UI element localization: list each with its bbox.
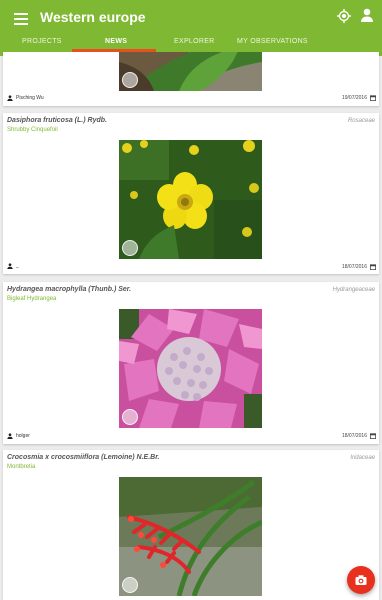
common-name: Shrubby Cinquefoil <box>7 127 58 133</box>
tab-my-observations[interactable]: MY OBSERVATIONS <box>237 38 308 45</box>
camera-icon <box>355 575 367 585</box>
observation-card[interactable]: Dasiphora fruticosa (L.) Rydb. Shrubby C… <box>3 113 379 274</box>
user-icon <box>7 95 13 101</box>
menu-icon[interactable] <box>14 13 28 27</box>
news-feed[interactable]: Pisching Wu 19/07/2016 Dasiphora frutico… <box>0 52 382 600</box>
tab-bar: PROJECTS NEWS EXPLORER MY OBSERVATIONS <box>0 32 382 54</box>
calendar-icon <box>370 95 376 101</box>
observation-photo[interactable] <box>119 477 262 596</box>
add-observation-button[interactable] <box>347 566 375 594</box>
app-bar: Western europe PROJECTS NEWS EXPLORER MY… <box>0 0 382 56</box>
account-icon[interactable] <box>359 7 375 23</box>
observer-name: Pisching Wu <box>16 95 44 101</box>
observation-card[interactable]: Crocosmia x crocosmiiflora (Lemoine) N.E… <box>3 450 379 600</box>
family-name: Hydrangeaceae <box>332 287 375 293</box>
calendar-icon <box>370 433 376 439</box>
observation-photo[interactable] <box>119 140 262 259</box>
my-location-icon[interactable] <box>336 8 352 24</box>
leaf-badge-icon <box>122 72 138 88</box>
flower-badge-icon <box>122 577 138 593</box>
family-name: Iridaceae <box>350 455 375 461</box>
scientific-name[interactable]: Crocosmia x crocosmiiflora (Lemoine) N.E… <box>7 454 160 461</box>
observation-card[interactable]: Hydrangea macrophylla (Thunb.) Ser. Bigl… <box>3 282 379 444</box>
observation-photo[interactable] <box>119 52 262 91</box>
flower-badge-icon <box>122 240 138 256</box>
common-name: Montbretia <box>7 464 36 470</box>
scientific-name[interactable]: Dasiphora fruticosa (L.) Rydb. <box>7 117 107 124</box>
observer-name: holger <box>16 433 30 439</box>
tab-projects[interactable]: PROJECTS <box>22 38 62 45</box>
flower-badge-icon <box>122 409 138 425</box>
page-title: Western europe <box>40 9 146 25</box>
tab-news[interactable]: NEWS <box>105 38 127 45</box>
common-name: Bigleaf Hydrangea <box>7 296 57 302</box>
observer-name: _ <box>16 263 19 269</box>
tab-explorer[interactable]: EXPLORER <box>174 38 215 45</box>
family-name: Rosaceae <box>347 118 375 124</box>
user-icon <box>7 433 13 439</box>
user-icon <box>7 263 13 269</box>
observation-photo[interactable] <box>119 309 262 428</box>
observation-card[interactable]: Pisching Wu 19/07/2016 <box>3 52 379 106</box>
observation-date: 18/07/2016 <box>341 433 367 439</box>
observation-date: 19/07/2016 <box>341 95 367 101</box>
observation-date: 18/07/2016 <box>341 264 367 270</box>
calendar-icon <box>370 264 376 270</box>
scientific-name[interactable]: Hydrangea macrophylla (Thunb.) Ser. <box>7 286 131 293</box>
